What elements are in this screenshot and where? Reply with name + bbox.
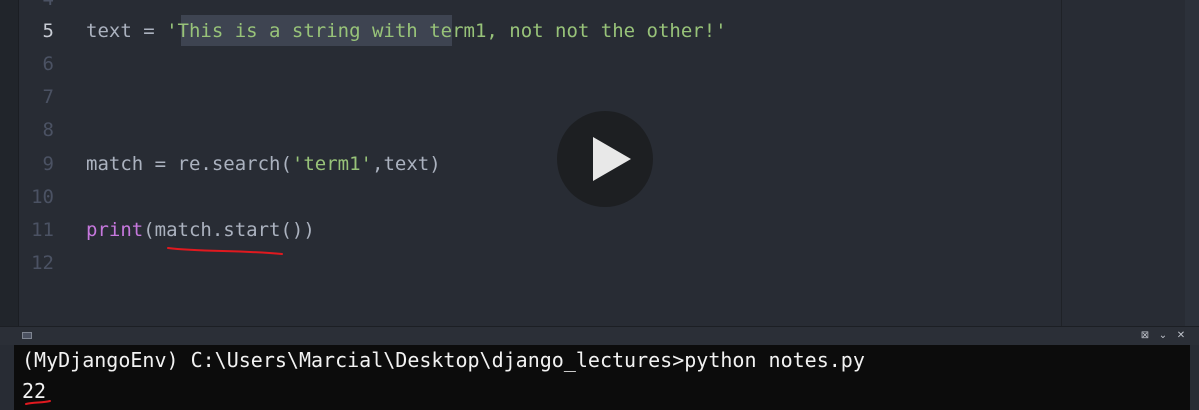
terminal-panel-header: ⊠ ⌄ ✕: [0, 326, 1199, 345]
code-paren: (: [143, 219, 155, 241]
maximize-icon[interactable]: ⊠: [1139, 330, 1151, 342]
terminal-output[interactable]: (MyDjangoEnv) C:\Users\Marcial\Desktop\d…: [14, 345, 1190, 410]
code-paren: ): [303, 219, 315, 241]
code-line-9[interactable]: match = re.search('term1',text): [86, 151, 441, 177]
code-function: print: [86, 219, 144, 241]
line-number: 11: [31, 219, 54, 241]
code-line-5[interactable]: text = 'This is a string with term1, not…: [86, 18, 727, 44]
close-icon[interactable]: ✕: [1175, 330, 1187, 342]
code-variable: match: [86, 153, 144, 175]
editor-scrollbar[interactable]: [1185, 0, 1199, 326]
terminal-output-line: 22: [22, 379, 47, 403]
code-operator: =: [143, 153, 178, 175]
terminal-command-line: (MyDjangoEnv) C:\Users\Marcial\Desktop\d…: [22, 348, 865, 372]
code-call: re.search(: [177, 153, 292, 175]
line-number: 7: [42, 86, 54, 108]
line-number-active: 5: [42, 20, 54, 42]
line-number: 10: [31, 186, 54, 208]
chevron-down-icon[interactable]: ⌄: [1157, 330, 1169, 342]
code-call-rest: ,text): [372, 153, 441, 175]
minimap[interactable]: [1061, 0, 1186, 326]
code-operator: =: [131, 20, 167, 42]
line-number: 6: [42, 53, 54, 75]
video-play-button[interactable]: [557, 111, 653, 207]
line-number: 12: [31, 252, 54, 274]
code-variable: text: [86, 20, 132, 42]
play-icon: [593, 137, 631, 181]
code-call-body: match.start(): [154, 219, 304, 241]
code-string: 'term1': [291, 153, 372, 175]
line-number-gutter: 4 5 6 7 8 9 10 11 12: [18, 0, 70, 326]
terminal-menu-icon[interactable]: [22, 332, 32, 339]
code-line-11[interactable]: print(match.start()): [86, 217, 315, 243]
code-string: 'This is a string with term1, not not th…: [166, 20, 727, 42]
line-number: 9: [42, 153, 54, 175]
line-number: 4: [14, 0, 54, 12]
line-number: 8: [42, 119, 54, 141]
